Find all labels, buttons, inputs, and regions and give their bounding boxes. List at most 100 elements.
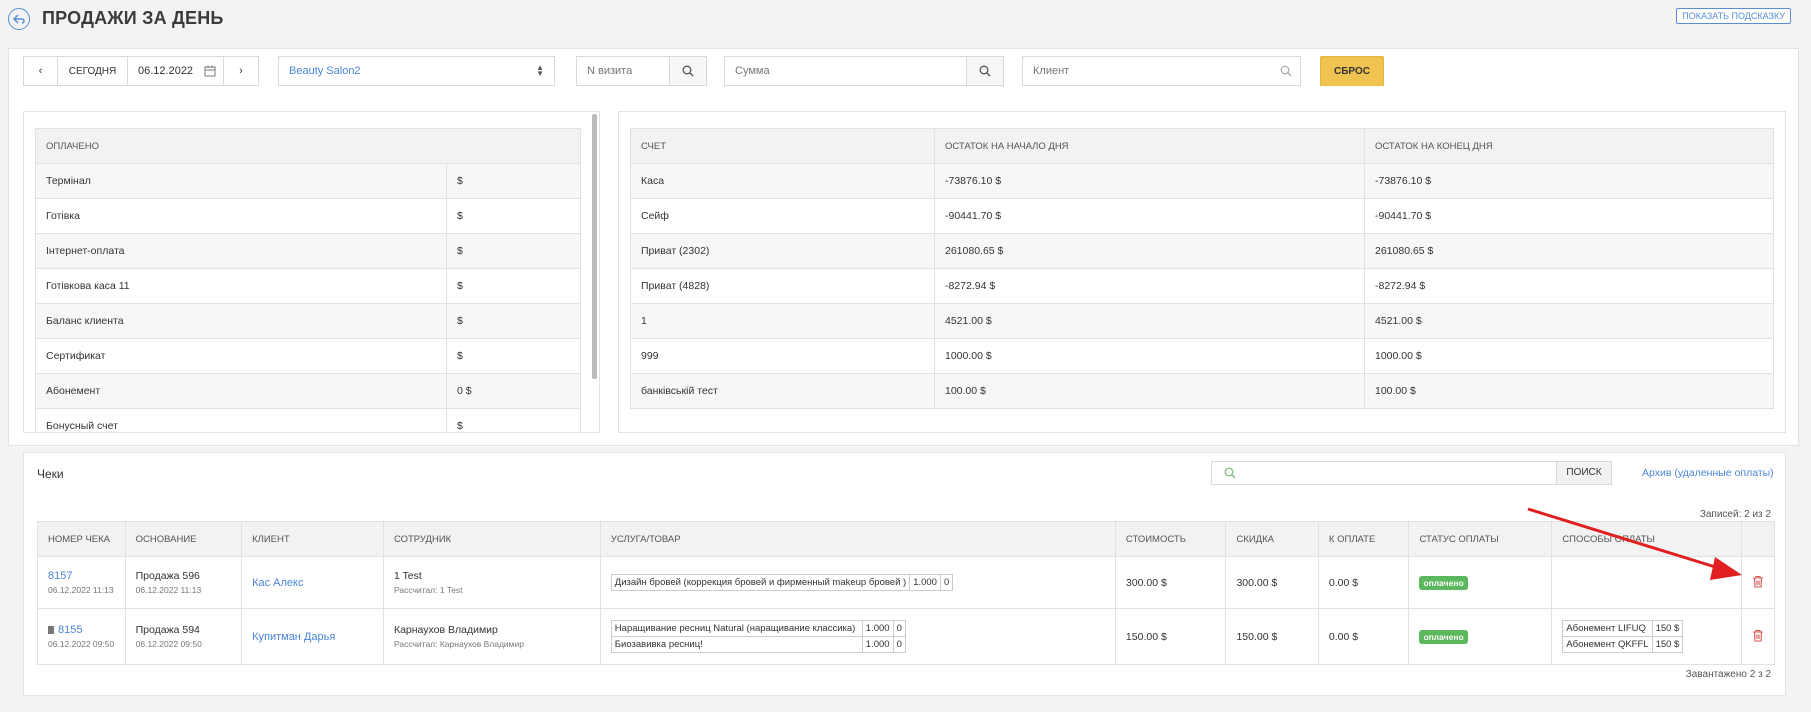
select-arrows-icon: ▲ ▼ (536, 63, 544, 78)
scrollbar-thumb[interactable] (592, 114, 597, 379)
col-to-pay: К ОПЛАТЕ (1317, 521, 1410, 557)
search-icon[interactable] (966, 57, 1003, 85)
account-name: Приват (4828) (630, 268, 935, 304)
paid-row-value: $ (446, 163, 581, 199)
chevron-right-icon: › (239, 65, 243, 77)
accounts-col-account: СЧЕТ (630, 128, 935, 164)
account-name: Сейф (630, 198, 935, 234)
to-pay-value: 0.00 $ (1317, 608, 1410, 665)
reset-button[interactable]: СБРОС (1320, 56, 1384, 87)
trash-icon[interactable] (1752, 575, 1764, 591)
basis-text: Продажа 596 (135, 570, 200, 582)
account-end: 100.00 $ (1364, 373, 1774, 409)
paid-row-value: $ (446, 303, 581, 339)
show-hint-button[interactable]: ПОКАЗАТЬ ПОДСКАЗКУ (1676, 8, 1791, 24)
service-item: Наращивание ресниц Natural (наращивание … (610, 620, 906, 637)
col-client: КЛИЕНТ (241, 521, 384, 557)
status-badge: оплачено (1419, 575, 1468, 590)
client-link[interactable]: Купитман Дарья (252, 631, 335, 643)
date-field[interactable]: 06.12.2022 (127, 56, 224, 86)
trash-icon[interactable] (1752, 629, 1764, 645)
paid-header: ОПЛАЧЕНО (35, 128, 581, 164)
service-items: Наращивание ресниц Natural (наращивание … (610, 620, 906, 653)
accounts-table: СЧЕТ ОСТАТОК НА НАЧАЛО ДНЯ ОСТАТОК НА КО… (630, 128, 1774, 409)
paid-row-name: Бонусный счет (35, 408, 447, 432)
account-end: 4521.00 $ (1364, 303, 1774, 339)
date-value: 06.12.2022 (138, 65, 194, 77)
paid-row-name: Сертификат (35, 338, 447, 374)
page-title: ПРОДАЖИ ЗА ДЕНЬ (42, 8, 224, 28)
today-button[interactable]: СЕГОДНЯ (57, 56, 128, 86)
col-employee: СОТРУДНИК (382, 521, 601, 557)
col-service: УСЛУГА/ТОВАР (599, 521, 1116, 557)
cost-value: 150.00 $ (1114, 608, 1227, 665)
paid-box: ОПЛАЧЕНО Термінал $ Готівка $ Інтернет-опл… (23, 111, 600, 433)
search-icon (1224, 467, 1236, 482)
accounts-box: СЧЕТ ОСТАТОК НА НАЧАЛО ДНЯ ОСТАТОК НА КО… (618, 111, 1786, 433)
check-number-link[interactable]: 8157 (48, 570, 115, 582)
employee-sub: Рассчитал: Карнаухов Владимир (393, 639, 524, 649)
checks-table: НОМЕР ЧЕКА ОСНОВАНИЕ КЛИЕНТ СОТРУДНИК УС… (37, 521, 1775, 665)
visit-number-field[interactable] (576, 56, 707, 86)
search-icon[interactable] (1280, 65, 1292, 80)
account-name: Приват (2302) (630, 233, 935, 269)
paid-row-value: $ (446, 233, 581, 269)
client-input[interactable] (1023, 64, 1275, 78)
employee-name: Карнаухов Владимир (393, 624, 498, 636)
archive-link[interactable]: Архив (удаленные оплаты) (1642, 467, 1774, 479)
paid-row-name: Термінал (35, 163, 447, 199)
account-start: -8272.94 $ (934, 268, 1365, 304)
service-disc: 0 (939, 574, 954, 591)
employee-name: 1 Test (393, 570, 422, 582)
discount-value: 300.00 $ (1225, 556, 1319, 609)
account-start: -73876.10 $ (934, 163, 1365, 199)
account-start: -90441.70 $ (934, 198, 1365, 234)
payment-methods-cell: Абонемент LIFUQ 150 $ Абонемент QKFFL 15… (1551, 608, 1742, 665)
payment-method-amount: 150 $ (1651, 636, 1684, 653)
account-name: Каса (630, 163, 935, 199)
payment-method: Абонемент LIFUQ 150 $ (1562, 620, 1684, 637)
search-icon[interactable] (669, 57, 706, 85)
checks-search-field[interactable] (1211, 461, 1561, 485)
payment-method-name: Абонемент LIFUQ (1562, 620, 1653, 637)
basis-date: 06.12.2022 11:13 (135, 585, 202, 595)
paid-table: ОПЛАЧЕНО Термінал $ Готівка $ Інтернет-опл… (35, 128, 581, 432)
sum-field[interactable] (724, 56, 1004, 86)
account-start: 4521.00 $ (934, 303, 1365, 339)
table-row: 8157 06.12.2022 11:13 Продажа 596 06.12.… (37, 556, 1775, 609)
service-item: Биозавивка ресниц! 1.000 0 (610, 636, 906, 653)
paid-row-name: Абонемент (35, 373, 447, 409)
check-number-link[interactable]: 8155 (58, 624, 82, 636)
client-link[interactable]: Кас Алекс (252, 577, 303, 589)
salon-select[interactable]: Beauty Salon2 ▲ ▼ (278, 56, 555, 86)
employee-sub: Рассчитал: 1 Test (393, 585, 463, 595)
service-qty: 1.000 (909, 574, 941, 591)
checks-title: Чеки (37, 467, 64, 481)
visit-number-input[interactable] (577, 64, 675, 78)
client-field[interactable] (1022, 56, 1301, 86)
checks-search-button[interactable]: ПОИСК (1556, 461, 1612, 485)
prev-day-button[interactable]: ‹ (23, 56, 58, 86)
service-disc: 0 (892, 636, 906, 653)
paid-row-value: 0 $ (446, 373, 581, 409)
service-name: Дизайн бровей (коррекция бровей и фирмен… (610, 574, 911, 591)
back-icon[interactable] (8, 8, 30, 30)
payment-method-amount: 150 $ (1651, 620, 1684, 637)
paid-row-name: Баланс клиента (35, 303, 447, 339)
calendar-icon[interactable] (204, 65, 216, 80)
paid-row-value: $ (446, 338, 581, 374)
receipt-icon (48, 626, 54, 634)
service-disc: 0 (892, 620, 906, 637)
sum-input[interactable] (725, 64, 967, 78)
col-check-number: НОМЕР ЧЕКА (37, 521, 126, 557)
account-name: банківській тест (630, 373, 935, 409)
paid-row-value: $ (446, 198, 581, 234)
table-row: 8155 06.12.2022 09:50 Продажа 594 06.12.… (37, 608, 1775, 665)
next-day-button[interactable]: › (223, 56, 259, 86)
to-pay-value: 0.00 $ (1317, 556, 1410, 609)
check-date: 06.12.2022 11:13 (48, 585, 114, 595)
paid-row-name: Інтернет-оплата (35, 233, 447, 269)
salon-select-value: Beauty Salon2 (289, 65, 361, 77)
discount-value: 150.00 $ (1225, 608, 1319, 665)
payment-method: Абонемент QKFFL 150 $ (1562, 636, 1684, 653)
